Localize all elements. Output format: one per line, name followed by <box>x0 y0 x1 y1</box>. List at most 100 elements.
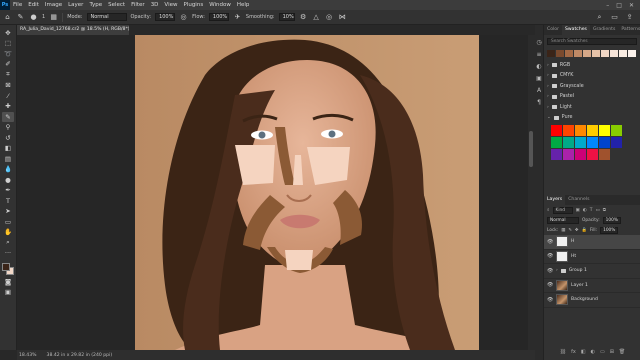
menu-type[interactable]: Type <box>86 2 105 8</box>
color-swatch[interactable] <box>599 125 610 136</box>
color-swatch[interactable] <box>551 137 562 148</box>
smoothing-settings-icon[interactable]: ⚙ <box>299 13 308 22</box>
crop-tool-icon[interactable]: ⌗ <box>2 70 14 80</box>
tab-layers[interactable]: Layers <box>544 195 566 205</box>
marquee-tool-icon[interactable]: ⬚ <box>2 39 14 49</box>
brush-preset-picker[interactable]: ● <box>29 13 38 22</box>
eyedropper-tool-icon[interactable]: ⁄ <box>2 91 14 101</box>
filter-adjust-icon[interactable]: ◐ <box>583 208 587 213</box>
zoom-level[interactable]: 18.43% <box>19 353 37 358</box>
layer-row[interactable]: 👁 Layer 1 <box>544 279 640 293</box>
maximize-button[interactable]: □ <box>616 2 622 9</box>
symmetry-icon[interactable]: ⋈ <box>338 13 347 22</box>
visibility-eye-icon[interactable]: 👁 <box>547 239 553 245</box>
foreground-color[interactable] <box>2 263 10 271</box>
menu-view[interactable]: View <box>161 2 180 8</box>
eraser-tool-icon[interactable]: ◧ <box>2 144 14 154</box>
menu-window[interactable]: Window <box>206 2 234 8</box>
add-mask-icon[interactable]: ◧ <box>581 349 586 355</box>
recent-color-swatch[interactable] <box>565 50 573 57</box>
libraries-icon[interactable]: ▣ <box>536 75 542 82</box>
close-button[interactable]: ✕ <box>629 2 634 9</box>
swatch-search-input[interactable]: Search Swatches <box>547 38 637 45</box>
filter-type-icon[interactable]: T <box>590 208 593 213</box>
minimize-button[interactable]: – <box>606 2 609 9</box>
menu-select[interactable]: Select <box>105 2 128 8</box>
tab-gradients[interactable]: Gradients <box>590 25 618 35</box>
quick-mask-icon[interactable]: ◙ <box>2 277 14 287</box>
lock-transparent-icon[interactable]: ▦ <box>561 228 565 233</box>
filter-pixel-icon[interactable]: ▣ <box>576 208 580 213</box>
layer-row[interactable]: 👁 H <box>544 235 640 250</box>
folder-rgb[interactable]: › RGB <box>544 60 640 71</box>
layer-row[interactable]: 👁 › Group 1 <box>544 264 640 279</box>
color-swatch[interactable] <box>551 149 562 160</box>
hand-tool-icon[interactable]: ✋ <box>2 228 14 238</box>
menu-plugins[interactable]: Plugins <box>180 2 206 8</box>
layer-opacity-field[interactable]: 100% <box>602 216 621 224</box>
tab-swatches[interactable]: Swatches <box>562 25 590 35</box>
healing-tool-icon[interactable]: ✚ <box>2 102 14 112</box>
color-swatch[interactable] <box>587 125 598 136</box>
move-tool-icon[interactable]: ✥ <box>2 28 14 38</box>
color-swatch[interactable] <box>611 137 622 148</box>
chevron-right-icon[interactable]: › <box>556 268 558 273</box>
layer-name[interactable]: H <box>571 239 574 244</box>
clone-stamp-tool-icon[interactable]: ⚲ <box>2 123 14 133</box>
layer-kind-select[interactable]: Kind <box>552 206 573 214</box>
recent-color-swatch[interactable] <box>592 50 600 57</box>
color-swatches[interactable] <box>1 262 15 276</box>
visibility-eye-icon[interactable]: 👁 <box>547 282 553 288</box>
opacity-field[interactable]: 100% <box>155 13 176 21</box>
color-swatch[interactable] <box>575 149 586 160</box>
smoothing-field[interactable]: 10% <box>278 13 295 21</box>
color-swatch[interactable] <box>563 137 574 148</box>
blur-tool-icon[interactable]: 💧 <box>2 165 14 175</box>
document-canvas[interactable] <box>135 35 479 350</box>
lock-position-icon[interactable]: ✥ <box>575 228 579 233</box>
gradient-tool-icon[interactable]: ▤ <box>2 154 14 164</box>
history-icon[interactable]: ◷ <box>536 39 541 46</box>
canvas-area[interactable] <box>17 35 528 350</box>
filter-shape-icon[interactable]: ▭ <box>595 208 599 213</box>
color-swatch[interactable] <box>563 149 574 160</box>
pen-tool-icon[interactable]: ✒ <box>2 186 14 196</box>
color-swatch[interactable] <box>551 125 562 136</box>
layer-row[interactable]: 👁 Background <box>544 293 640 308</box>
menu-layer[interactable]: Layer <box>65 2 86 8</box>
link-layers-icon[interactable]: ⛓ <box>560 349 566 355</box>
scroll-thumb[interactable] <box>529 131 533 167</box>
pressure-opacity-icon[interactable]: ◎ <box>179 13 188 22</box>
canvas-scrollbar[interactable] <box>528 35 535 350</box>
mode-select[interactable]: Normal <box>86 13 127 21</box>
blend-mode-select[interactable]: Normal <box>547 216 579 224</box>
history-brush-tool-icon[interactable]: ↺ <box>2 133 14 143</box>
color-swatch[interactable] <box>575 137 586 148</box>
menu-filter[interactable]: Filter <box>128 2 148 8</box>
properties-icon[interactable]: ≡ <box>536 51 541 58</box>
menu-edit[interactable]: Edit <box>25 2 42 8</box>
fill-field[interactable]: 100% <box>600 226 619 234</box>
tab-patterns[interactable]: Patterns <box>618 25 640 35</box>
menu-file[interactable]: File <box>10 2 25 8</box>
color-swatch[interactable] <box>587 149 598 160</box>
lasso-tool-icon[interactable]: ➰ <box>2 49 14 59</box>
type-tool-icon[interactable]: T <box>2 196 14 206</box>
new-group-icon[interactable]: ▭ <box>600 349 605 355</box>
airbrush-icon[interactable]: ✈ <box>233 13 242 22</box>
recent-color-swatch[interactable] <box>610 50 618 57</box>
dodge-tool-icon[interactable]: ● <box>2 175 14 185</box>
visibility-eye-icon[interactable]: 👁 <box>547 268 553 274</box>
share-icon[interactable]: ⇪ <box>625 13 634 22</box>
color-swatch[interactable] <box>587 137 598 148</box>
more-tools-icon[interactable]: ··· <box>2 249 14 259</box>
recent-color-swatch[interactable] <box>574 50 582 57</box>
folder-grayscale[interactable]: › Grayscale <box>544 81 640 92</box>
workspace-icon[interactable]: ▭ <box>610 13 619 22</box>
lock-image-icon[interactable]: ✎ <box>568 228 572 233</box>
folder-pure[interactable]: ⌄ Pure <box>544 113 640 124</box>
color-swatch[interactable] <box>563 125 574 136</box>
paragraph-icon[interactable]: ¶ <box>537 99 541 106</box>
trash-icon[interactable]: 🗑 <box>619 349 625 355</box>
layer-name[interactable]: Background <box>571 297 598 302</box>
